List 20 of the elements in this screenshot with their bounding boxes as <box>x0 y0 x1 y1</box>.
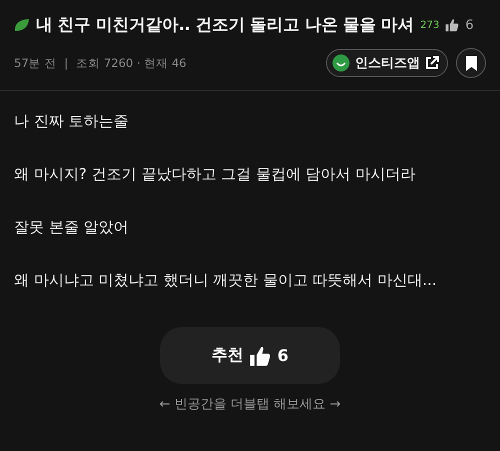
body-paragraph: 왜 마시냐고 미쳤냐고 했더니 깨끗한 물이고 따뜻해서 마신대... <box>14 270 438 290</box>
external-link-icon <box>425 56 439 70</box>
bookmark-button[interactable] <box>456 48 486 78</box>
post-time: 57분 전 <box>14 56 56 70</box>
view-count: 조회 7260 · 현재 46 <box>76 56 186 70</box>
bookmark-icon <box>466 56 476 70</box>
smile-logo-icon <box>332 54 350 72</box>
separator: | <box>64 56 68 70</box>
body-paragraph: 왜 마시지? 건조기 끝났다하고 그걸 물컵에 담아서 마시더라 <box>14 164 416 184</box>
body-paragraph: 나 진짜 토하는줄 <box>14 111 130 131</box>
thumbs-up-icon <box>445 18 460 32</box>
recommend-button[interactable]: 추천 6 <box>160 327 340 384</box>
like-count: 6 <box>465 18 474 32</box>
post-title: 내 친구 미친거같아.. 건조기 돌리고 나온 물을 마셔 <box>36 14 414 36</box>
app-link-button[interactable]: 인스티즈앱 <box>326 49 448 77</box>
comment-count: 273 <box>420 20 440 30</box>
double-tap-hint: ← 빈공간을 더블탭 해보세요 → <box>158 396 342 413</box>
leaf-icon <box>14 18 30 32</box>
body-paragraph: 잘못 본줄 알았어 <box>14 217 130 237</box>
thumbs-up-icon <box>249 344 272 366</box>
